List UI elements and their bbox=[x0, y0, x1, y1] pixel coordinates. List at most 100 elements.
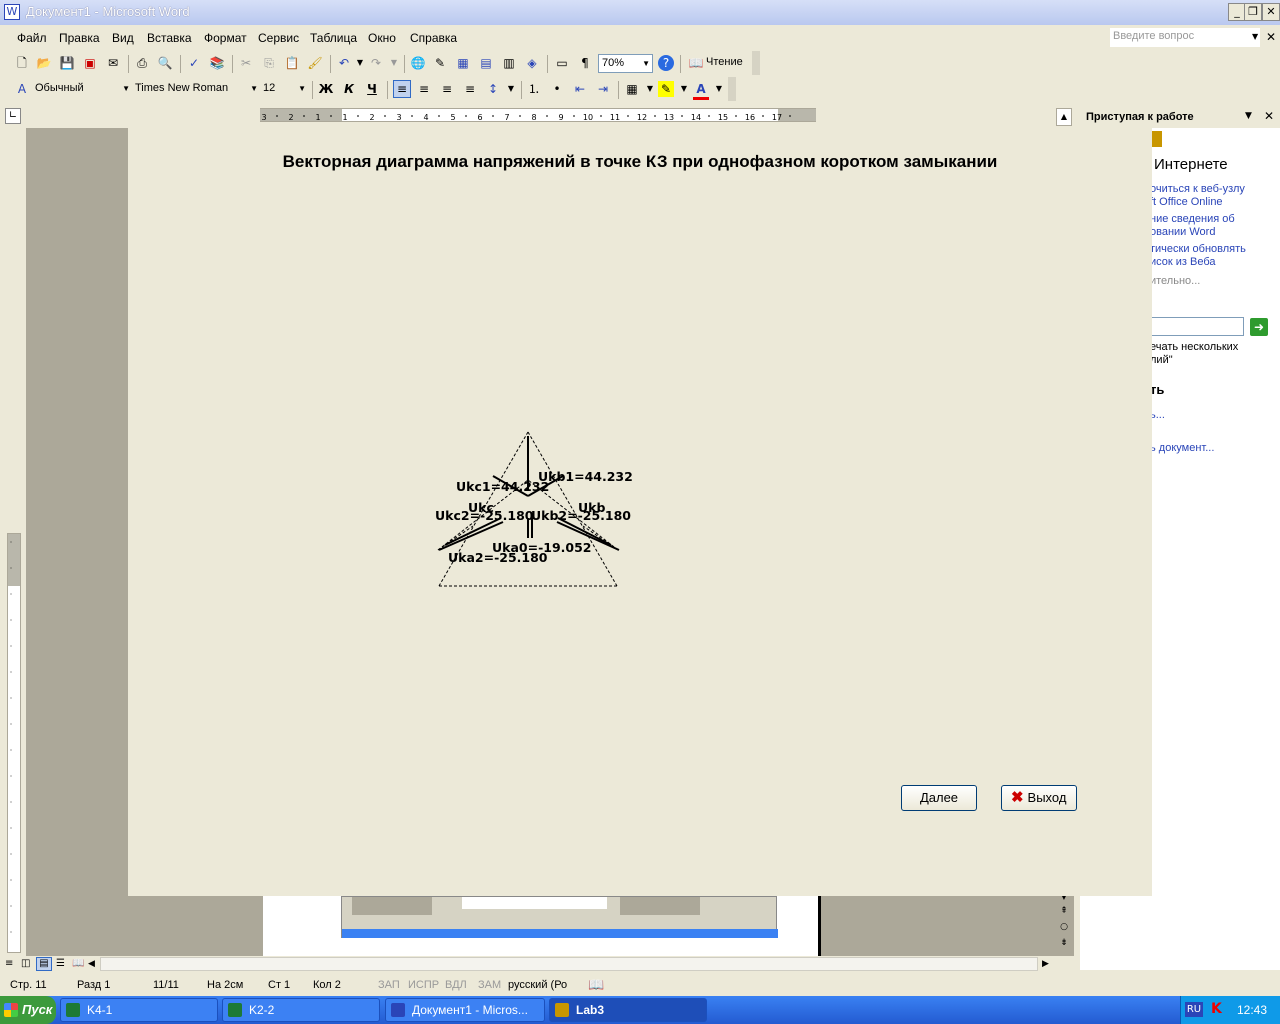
increase-indent-icon[interactable]: ⇥ bbox=[595, 81, 611, 97]
paste-icon[interactable]: 📋 bbox=[284, 55, 300, 71]
tables-borders-icon[interactable]: ✎ bbox=[432, 55, 448, 71]
link-connect-line1[interactable]: очиться к веб-узлу bbox=[1150, 183, 1245, 195]
bold-button[interactable]: Ж bbox=[318, 81, 334, 97]
menu-tools[interactable]: Сервис bbox=[258, 31, 299, 45]
exit-button[interactable]: ✖ Выход bbox=[1001, 785, 1077, 811]
undo-dropdown-icon[interactable]: ▼ bbox=[352, 55, 368, 71]
menu-file[interactable]: Файл bbox=[17, 31, 47, 45]
menu-window[interactable]: Окно bbox=[368, 31, 396, 45]
status-track[interactable]: ИСПР bbox=[408, 979, 439, 991]
next-button[interactable]: Далее bbox=[901, 785, 977, 811]
email-icon[interactable]: ✉ bbox=[105, 55, 121, 71]
columns-icon[interactable]: ▥ bbox=[501, 55, 517, 71]
language-indicator[interactable]: RU bbox=[1185, 1002, 1203, 1017]
cut-icon[interactable]: ✂ bbox=[238, 55, 254, 71]
task-document1[interactable]: Документ1 - Micros... bbox=[385, 998, 545, 1022]
copy-icon[interactable]: ⎘ bbox=[261, 55, 277, 71]
style-combo[interactable]: Обычный ▼ bbox=[32, 80, 132, 99]
link-more-documents[interactable]: ь... bbox=[1150, 409, 1165, 421]
previous-page-icon[interactable]: ⇞ bbox=[1056, 906, 1072, 920]
decrease-indent-icon[interactable]: ⇤ bbox=[572, 81, 588, 97]
task-pane-close-icon[interactable]: ✕ bbox=[1264, 109, 1274, 123]
justify-icon[interactable]: ≡ bbox=[462, 81, 478, 97]
document-map-icon[interactable]: ▭ bbox=[554, 55, 570, 71]
font-size-combo[interactable]: 12 ▼ bbox=[260, 80, 308, 99]
antivirus-icon[interactable]: K bbox=[1211, 1001, 1222, 1017]
borders-dropdown-icon[interactable]: ▼ bbox=[642, 81, 658, 97]
status-overtype[interactable]: ЗАМ bbox=[478, 979, 501, 991]
restore-button[interactable]: ❐ bbox=[1244, 3, 1262, 21]
undo-icon[interactable]: ↶ bbox=[336, 55, 352, 71]
borders-icon[interactable]: ▦ bbox=[624, 81, 640, 97]
italic-button[interactable]: К bbox=[341, 81, 357, 97]
link-news-line2[interactable]: овании Word bbox=[1150, 226, 1215, 238]
next-page-icon[interactable]: ⇟ bbox=[1056, 938, 1072, 952]
search-go-icon[interactable]: ➜ bbox=[1250, 318, 1268, 336]
link-create-document[interactable]: ь документ... bbox=[1150, 442, 1214, 454]
spelling-icon[interactable]: ✓ bbox=[186, 55, 202, 71]
start-button[interactable]: Пуск bbox=[0, 996, 56, 1024]
toolbar-options-icon[interactable] bbox=[752, 51, 760, 75]
task-pane-menu-icon[interactable]: ▼ bbox=[1245, 111, 1252, 121]
insert-excel-icon[interactable]: ▤ bbox=[478, 55, 494, 71]
drawing-icon[interactable]: ◈ bbox=[524, 55, 540, 71]
link-news-line1[interactable]: ние сведения об bbox=[1150, 213, 1235, 225]
menu-edit[interactable]: Правка bbox=[59, 31, 100, 45]
menu-view[interactable]: Вид bbox=[112, 31, 134, 45]
permission-icon[interactable]: ▣ bbox=[82, 55, 98, 71]
browse-object-icon[interactable]: ○ bbox=[1056, 922, 1072, 936]
line-spacing-icon[interactable]: ↕ bbox=[485, 81, 501, 97]
help-icon[interactable]: ? bbox=[658, 55, 674, 71]
web-view-icon[interactable]: ◫ bbox=[21, 958, 30, 969]
new-document-icon[interactable]: 🗋 bbox=[14, 55, 30, 71]
font-color-icon[interactable]: A bbox=[693, 81, 709, 100]
link-update-line2[interactable]: исок из Веба bbox=[1150, 256, 1216, 268]
link-update-line1[interactable]: тически обновлять bbox=[1150, 243, 1246, 255]
close-document-icon[interactable]: ✕ bbox=[1266, 30, 1276, 44]
menu-insert[interactable]: Вставка bbox=[147, 31, 192, 45]
redo-dropdown-icon[interactable]: ▼ bbox=[386, 55, 402, 71]
status-rec[interactable]: ЗАП bbox=[378, 979, 400, 991]
question-input[interactable]: Введите вопрос bbox=[1110, 28, 1260, 47]
styles-icon[interactable]: A bbox=[14, 81, 30, 97]
insert-table-icon[interactable]: ▦ bbox=[455, 55, 471, 71]
numbering-icon[interactable]: ⒈ bbox=[526, 81, 542, 97]
toolbar-options-icon[interactable] bbox=[728, 77, 736, 101]
task-k2-2[interactable]: K2-2 bbox=[222, 998, 380, 1022]
redo-icon[interactable]: ↷ bbox=[368, 55, 384, 71]
task-lab3[interactable]: Lab3 bbox=[549, 998, 707, 1022]
normal-view-icon[interactable]: ≡ bbox=[5, 958, 13, 969]
task-k4-1[interactable]: K4-1 bbox=[60, 998, 218, 1022]
close-button[interactable]: ✕ bbox=[1262, 3, 1280, 21]
print-icon[interactable]: ⎙ bbox=[134, 55, 150, 71]
line-spacing-dropdown-icon[interactable]: ▼ bbox=[503, 81, 519, 97]
print-layout-icon[interactable]: ▤ bbox=[36, 957, 52, 971]
outline-view-icon[interactable]: ☰ bbox=[56, 958, 65, 969]
zoom-combo[interactable]: 70% ▼ bbox=[598, 54, 653, 73]
menu-help[interactable]: Справка bbox=[410, 31, 457, 45]
show-hide-icon[interactable]: ¶ bbox=[577, 55, 593, 71]
research-icon[interactable]: 📚 bbox=[209, 55, 225, 71]
reading-view-icon[interactable]: 📖 bbox=[72, 958, 84, 969]
vertical-ruler[interactable]: · · · · · · · · · · · · · · · · bbox=[7, 533, 21, 953]
highlight-dropdown-icon[interactable]: ▼ bbox=[676, 81, 692, 97]
open-icon[interactable]: 📂 bbox=[36, 55, 52, 71]
save-icon[interactable]: 💾 bbox=[59, 55, 75, 71]
hyperlink-icon[interactable]: 🌐 bbox=[410, 55, 426, 71]
read-button[interactable]: Чтение bbox=[706, 56, 743, 68]
font-color-dropdown-icon[interactable]: ▼ bbox=[711, 81, 727, 97]
horizontal-ruler[interactable]: 3 2 1 1 2 3 4 5 6 7 8 9 10 11 12 13 14 15 16 17 bbox=[260, 108, 816, 122]
underline-button[interactable]: Ч bbox=[364, 81, 380, 97]
print-preview-icon[interactable]: 🔍 bbox=[157, 55, 173, 71]
menu-table[interactable]: Таблица bbox=[310, 31, 357, 45]
highlight-icon[interactable]: ✎ bbox=[658, 81, 674, 97]
scroll-right-icon[interactable]: ▶ bbox=[1042, 959, 1049, 969]
question-dropdown-icon[interactable]: ▼ bbox=[1252, 32, 1258, 41]
bullets-icon[interactable]: • bbox=[549, 81, 565, 97]
title-bar[interactable]: W Документ1 - Microsoft Word _ ❐ ✕ bbox=[0, 0, 1280, 25]
link-more[interactable]: ительно... bbox=[1150, 275, 1200, 287]
scroll-up-icon[interactable]: ▲ bbox=[1056, 108, 1072, 126]
format-painter-icon[interactable]: 🖌 bbox=[307, 55, 323, 71]
read-icon[interactable]: 📖 bbox=[688, 55, 704, 71]
spelling-status-icon[interactable]: 📖 bbox=[588, 977, 604, 993]
